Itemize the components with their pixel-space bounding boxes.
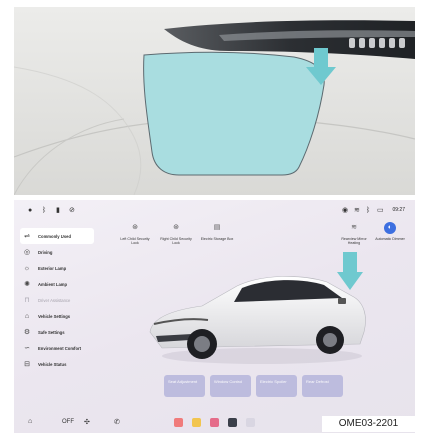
ambient-icon: ✺ [24,281,30,288]
window-control-tile[interactable]: Window Control [210,375,251,397]
child-lock-icon: ⊛ [132,224,138,231]
app-icon-dark[interactable] [228,418,237,427]
app-icon-yellow[interactable] [192,418,201,427]
settings-screen: ● ᛒ ▮ ⊘ ◉ ≋ ᛒ ▭ 09:27 ⇌ Commonly Used ◎ … [14,200,415,433]
menu-item-vehicle-settings[interactable]: ⌂ Vehicle Settings [20,308,102,324]
car-icon: ⇌ [24,233,30,240]
phone-icon[interactable]: ✆ [114,418,120,426]
mirror-heating-button[interactable]: ≋ Rearview Mirror Heating [337,222,371,246]
vehicle-photo [14,7,415,195]
seat-adjustment-tile[interactable]: Seat Adjustment [164,375,205,397]
location-icon: ◉ [342,207,349,214]
app-icon-red[interactable] [174,418,183,427]
battery-icon: ▭ [377,207,384,214]
ac-off-label[interactable]: OFF [62,419,74,425]
menu-item-exterior-lamp[interactable]: ☼ Exterior Lamp [20,260,102,276]
menu-item-environment-comfort[interactable]: ∽ Environment Comfort [20,340,102,356]
child-lock-icon: ⊛ [173,224,179,231]
down-arrow-icon [337,252,363,290]
safe-icon: ⚙ [23,329,31,336]
wifi-icon: ≋ [354,207,360,214]
fan-icon[interactable]: ✣ [84,418,90,426]
electric-spoiler-tile[interactable]: Electric Spoiler [256,375,297,397]
clock: 09:27 [392,207,405,213]
menu-item-ambient-lamp[interactable]: ✺ Ambient Lamp [20,276,102,292]
left-child-lock-button[interactable]: ⊛ Left Child Security Lock [118,222,152,246]
mic-icon: ▮ [56,207,60,214]
mirror-heat-icon: ≋ [351,224,357,231]
bluetooth-icon: ᛒ [42,207,47,214]
rear-defrost-tile[interactable]: Rear Defrost [302,375,343,397]
steering-icon: ◎ [23,249,31,256]
menu-item-commonly-used[interactable]: ⇌ Commonly Used [20,228,94,244]
right-child-lock-button[interactable]: ⊛ Right Child Security Lock [159,222,193,246]
wifi-off-icon: ⊘ [69,207,75,214]
figure-code: OME03-2201 [322,416,415,432]
status-bar: ● ᛒ ▮ ⊘ ◉ ≋ ᛒ ▭ 09:27 [14,200,415,222]
highlighted-panel [143,51,325,176]
lamp-icon: ☼ [23,264,31,272]
storage-box-button[interactable]: ▤ Electric Storage Box [200,222,234,241]
comfort-icon: ∽ [24,345,30,352]
circle-icon: ● [28,207,33,214]
settings-menu: ⇌ Commonly Used ◎ Driving ☼ Exterior Lam… [20,228,102,372]
status-icon: ⊟ [24,361,30,368]
car-side-illustration [14,7,415,195]
automatic-dimmer-button[interactable]: ◐ Automatic Dimmer [373,222,407,241]
app-icon-pink[interactable] [210,418,219,427]
app-icon-grey[interactable] [246,418,255,427]
menu-item-vehicle-status[interactable]: ⊟ Vehicle Status [20,356,102,372]
vehicle-icon: ⌂ [24,312,30,320]
menu-item-driver-assistance[interactable]: ⊓ Driver Assistance [20,292,102,308]
menu-item-safe-settings[interactable]: ⚙ Safe Settings [20,324,102,340]
assist-icon: ⊓ [24,297,30,304]
storage-icon: ▤ [213,224,221,231]
menu-item-driving[interactable]: ◎ Driving [20,244,102,260]
home-icon[interactable]: ⌂ [28,418,32,425]
bluetooth-icon: ᛒ [366,207,371,214]
auto-dim-icon: ◐ [384,222,396,234]
